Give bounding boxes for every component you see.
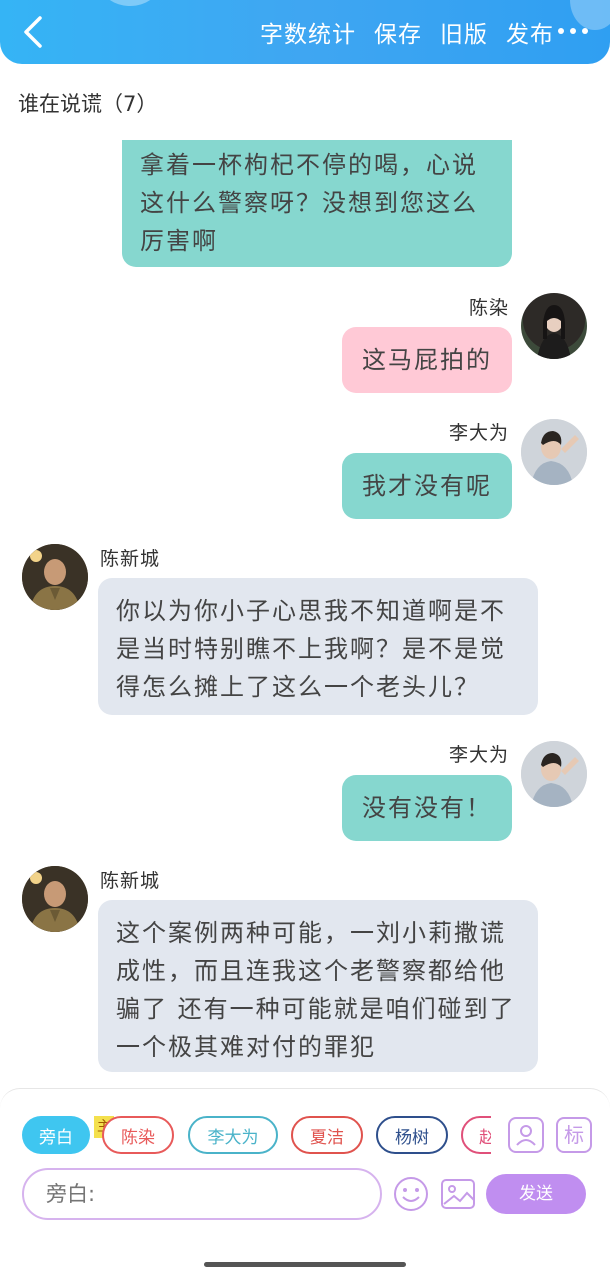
message-bubble[interactable]: 这马屁拍的 — [342, 327, 512, 393]
publish-button[interactable]: 发布 — [506, 15, 554, 49]
role-chip-clip: 赵 — [461, 1116, 491, 1154]
avatar[interactable] — [22, 544, 88, 610]
send-button[interactable]: 发送 — [486, 1174, 586, 1214]
word-count-button[interactable]: 字数统计 — [260, 15, 356, 49]
tag-icon[interactable]: 标 — [556, 1117, 592, 1153]
role-chip-zhao[interactable]: 赵 — [461, 1116, 491, 1154]
top-bar: 字数统计 保存 旧版 发布 — [0, 0, 610, 64]
sender-name: 陈染 — [468, 297, 509, 319]
emoji-icon[interactable] — [393, 1176, 429, 1212]
role-chip-narrator[interactable]: 旁白 — [22, 1116, 90, 1154]
message-bubble[interactable]: 这个案例两种可能，一刘小莉撒谎成性，而且连我这个老警察都给他骗了 还有一种可能就… — [98, 900, 538, 1072]
old-version-button[interactable]: 旧版 — [440, 15, 488, 49]
more-icon[interactable] — [558, 28, 588, 34]
top-actions: 字数统计 保存 旧版 发布 — [260, 15, 554, 49]
role-chip-yangshu[interactable]: 杨树 — [376, 1116, 448, 1154]
sender-name: 陈新城 — [100, 870, 161, 892]
message-bubble[interactable]: 没有没有！ — [342, 775, 512, 841]
sender-name: 陈新城 — [100, 548, 161, 570]
sender-name: 李大为 — [448, 422, 509, 444]
decor-bubble — [100, 0, 160, 6]
message-bubble[interactable]: 你以为你小子心思我不知道啊是不是当时特别瞧不上我啊？是不是觉得怎么摊上了这么一个… — [98, 578, 538, 715]
avatar[interactable] — [521, 741, 587, 807]
decor-bubble — [570, 0, 610, 30]
chat-title: 谁在说谎（7） — [18, 92, 158, 116]
message-bubble[interactable]: 拿着一杯枸杞不停的喝，心说这什么警察呀？没想到您这么厉害啊 — [122, 140, 512, 267]
role-manage-icon[interactable] — [508, 1117, 544, 1153]
back-icon[interactable] — [18, 14, 50, 50]
role-chip-lidawei[interactable]: 李大为 — [188, 1116, 278, 1154]
role-chip-xiajie[interactable]: 夏洁 — [291, 1116, 363, 1154]
message-bubble[interactable]: 我才没有呢 — [342, 453, 512, 519]
image-icon[interactable] — [440, 1176, 476, 1212]
sender-name: 李大为 — [448, 744, 509, 766]
avatar[interactable] — [521, 293, 587, 359]
avatar[interactable] — [22, 866, 88, 932]
avatar[interactable] — [521, 419, 587, 485]
message-input[interactable] — [22, 1168, 382, 1220]
home-indicator — [204, 1262, 406, 1267]
save-button[interactable]: 保存 — [374, 15, 422, 49]
role-chip-chenran[interactable]: 陈染 — [102, 1116, 174, 1154]
